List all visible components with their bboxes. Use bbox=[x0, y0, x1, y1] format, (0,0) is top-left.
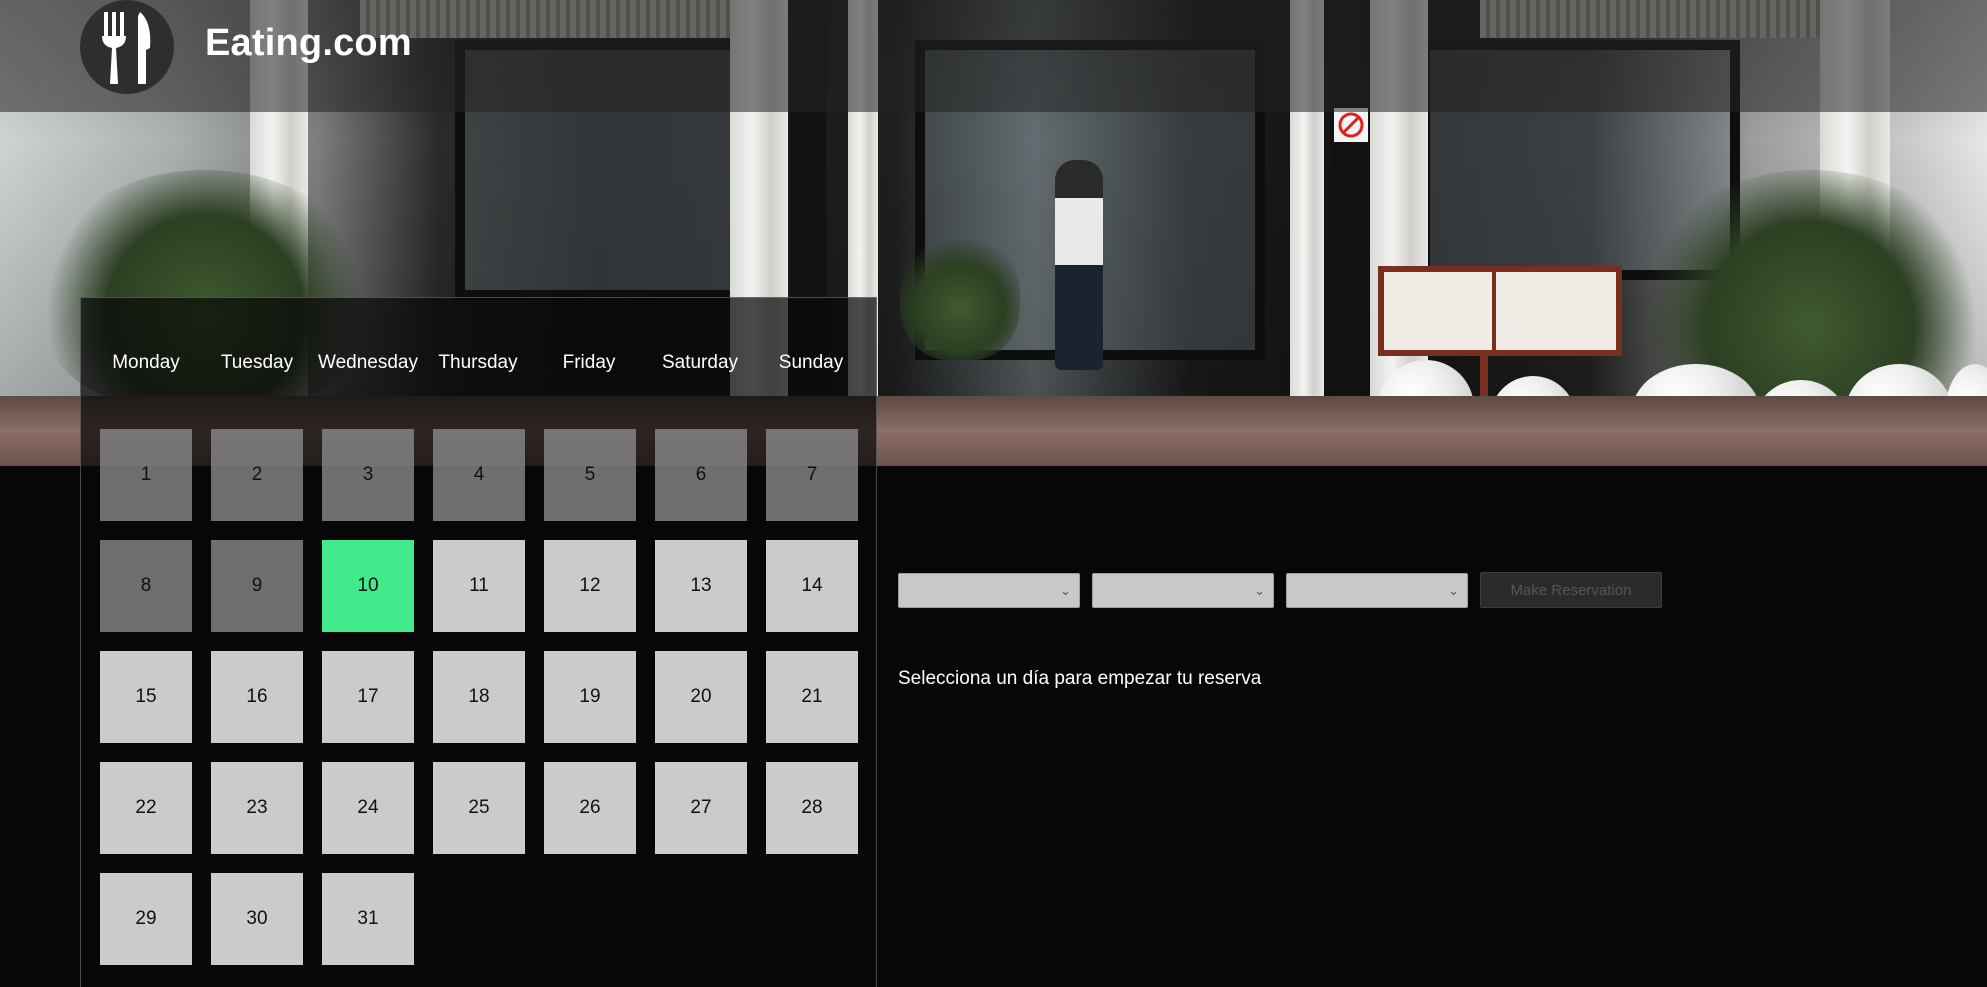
calendar-day[interactable]: 6 bbox=[655, 429, 747, 521]
chevron-down-icon: ⌄ bbox=[1060, 583, 1071, 598]
calendar-day[interactable]: 21 bbox=[766, 651, 858, 743]
calendar-day[interactable]: 29 bbox=[100, 873, 192, 965]
weekday-label: Sunday bbox=[778, 352, 844, 373]
calendar-day[interactable]: 12 bbox=[544, 540, 636, 632]
calendar-day[interactable]: 15 bbox=[100, 651, 192, 743]
calendar-day-today[interactable]: 10 bbox=[322, 540, 414, 632]
calendar-day[interactable]: 8 bbox=[100, 540, 192, 632]
weekday-label: Thursday bbox=[438, 352, 518, 373]
calendar-day[interactable]: 20 bbox=[655, 651, 747, 743]
calendar-day[interactable]: 4 bbox=[433, 429, 525, 521]
calendar-day[interactable]: 14 bbox=[766, 540, 858, 632]
calendar-day[interactable]: 24 bbox=[322, 762, 414, 854]
calendar-day[interactable]: 5 bbox=[544, 429, 636, 521]
calendar-day[interactable]: 13 bbox=[655, 540, 747, 632]
calendar-day[interactable]: 22 bbox=[100, 762, 192, 854]
calendar-day[interactable]: 1 bbox=[100, 429, 192, 521]
calendar-day[interactable]: 16 bbox=[211, 651, 303, 743]
weekday-label: Wednesday bbox=[318, 352, 418, 373]
calendar-panel: Monday Tuesday Wednesday Thursday Friday… bbox=[80, 297, 877, 987]
no-smoking-sign bbox=[1334, 108, 1368, 142]
site-title[interactable]: Eating.com bbox=[205, 22, 412, 65]
reservation-select-3[interactable]: ⌄ bbox=[1286, 573, 1468, 608]
weekday-label: Tuesday bbox=[220, 352, 294, 373]
chevron-down-icon: ⌄ bbox=[1448, 583, 1459, 598]
calendar-day[interactable]: 18 bbox=[433, 651, 525, 743]
reservation-hint-text: Selecciona un día para empezar tu reserv… bbox=[898, 668, 1262, 689]
weekday-label: Monday bbox=[112, 352, 180, 373]
calendar-day[interactable]: 3 bbox=[322, 429, 414, 521]
calendar-day[interactable]: 17 bbox=[322, 651, 414, 743]
calendar-day[interactable]: 19 bbox=[544, 651, 636, 743]
calendar-day[interactable]: 11 bbox=[433, 540, 525, 632]
reservation-select-1[interactable]: ⌄ bbox=[898, 573, 1080, 608]
calendar-day[interactable]: 28 bbox=[766, 762, 858, 854]
calendar-day[interactable]: 23 bbox=[211, 762, 303, 854]
calendar-day[interactable]: 25 bbox=[433, 762, 525, 854]
weekday-label: Saturday bbox=[661, 352, 739, 373]
fork-knife-icon[interactable] bbox=[80, 0, 174, 94]
make-reservation-button[interactable]: Make Reservation bbox=[1480, 572, 1662, 608]
calendar-day[interactable]: 2 bbox=[211, 429, 303, 521]
calendar-day[interactable]: 31 bbox=[322, 873, 414, 965]
calendar-day[interactable]: 7 bbox=[766, 429, 858, 521]
calendar-day[interactable]: 30 bbox=[211, 873, 303, 965]
calendar-day[interactable]: 9 bbox=[211, 540, 303, 632]
reservation-select-2[interactable]: ⌄ bbox=[1092, 573, 1274, 608]
weekday-label: Friday bbox=[562, 352, 616, 373]
chevron-down-icon: ⌄ bbox=[1254, 583, 1265, 598]
calendar-day[interactable]: 26 bbox=[544, 762, 636, 854]
calendar-day[interactable]: 27 bbox=[655, 762, 747, 854]
